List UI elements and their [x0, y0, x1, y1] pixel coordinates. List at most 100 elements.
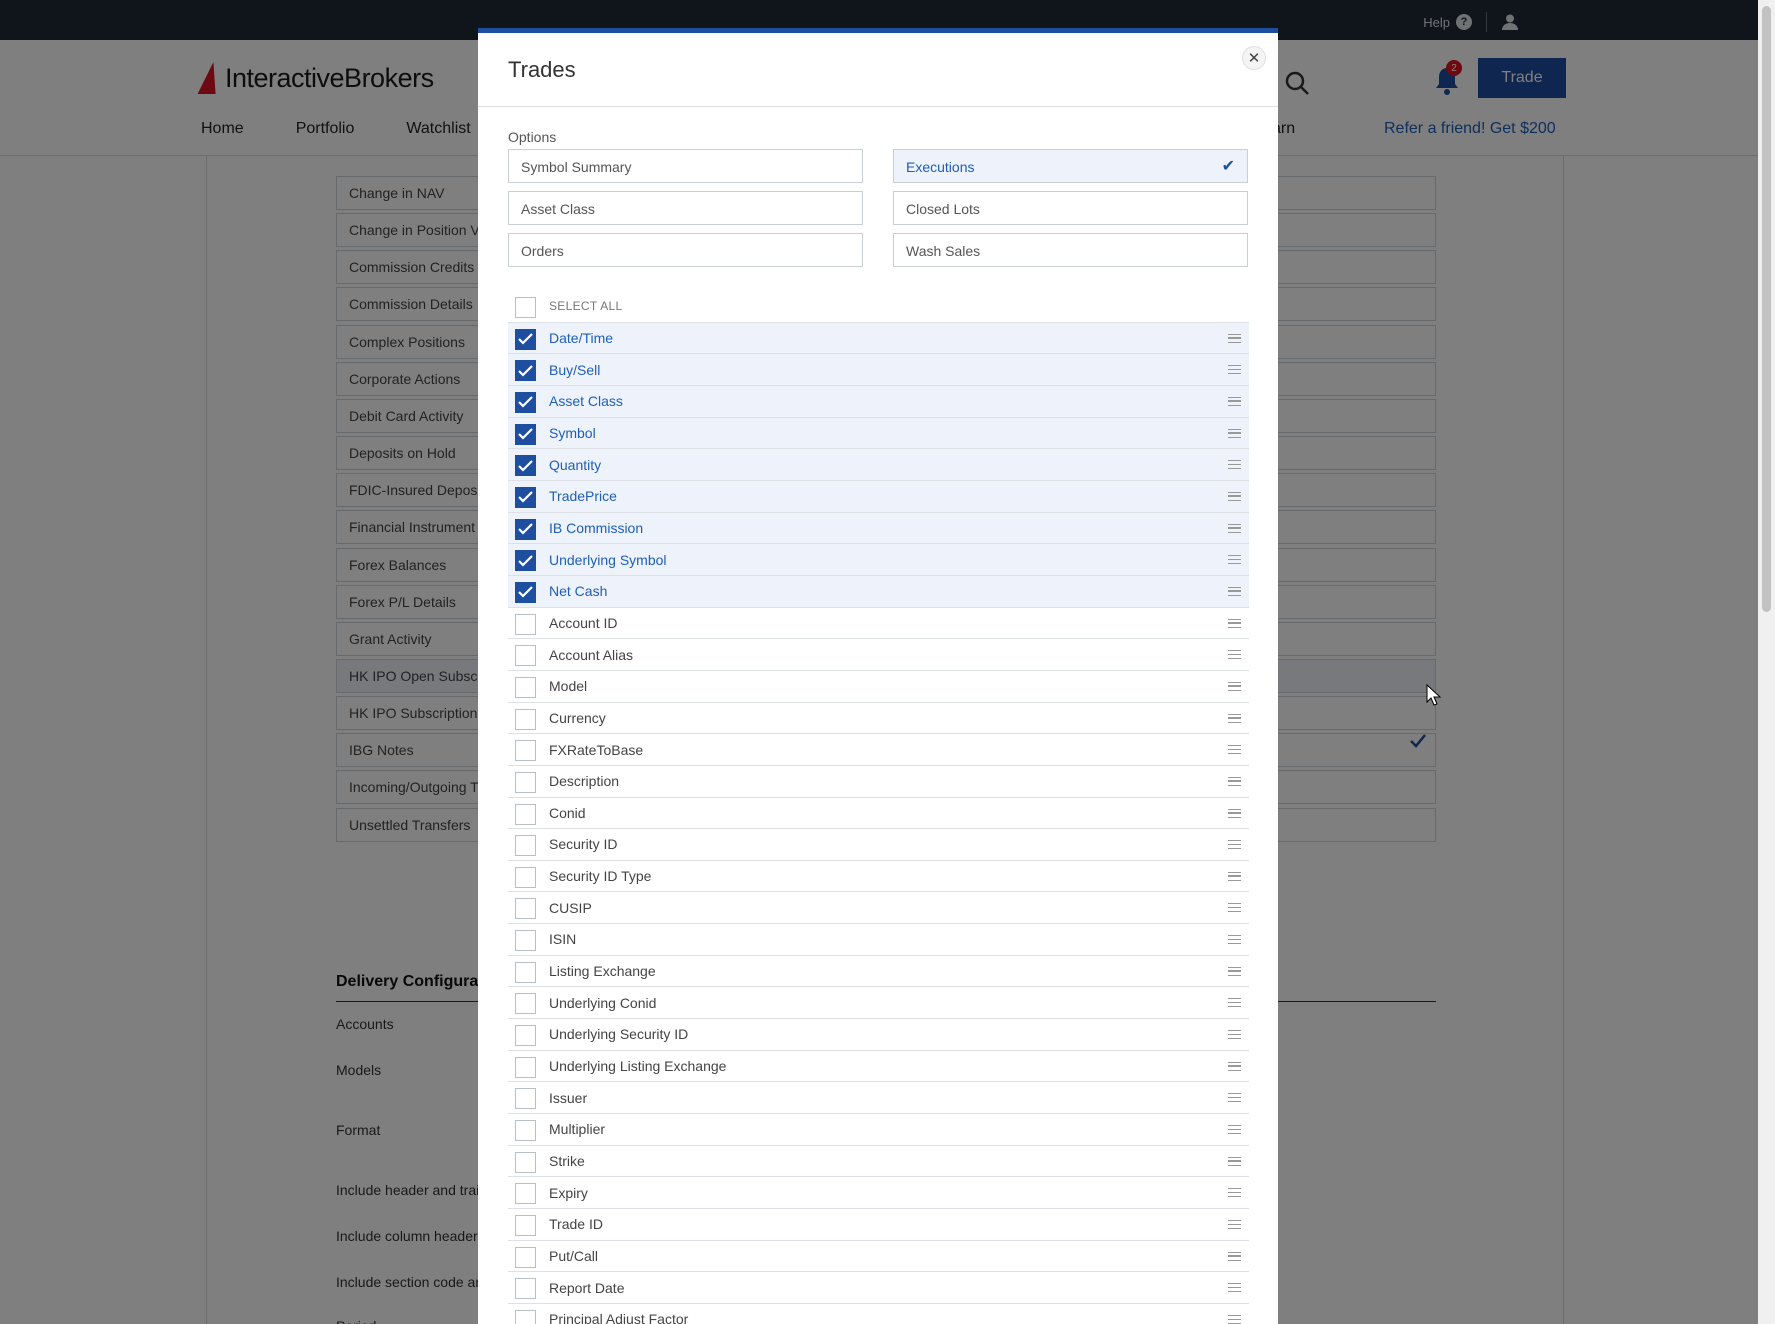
field-checkbox[interactable] [515, 771, 536, 793]
drag-handle-icon[interactable] [1228, 1030, 1241, 1040]
field-checkbox[interactable] [515, 676, 536, 698]
field-checkbox[interactable] [515, 1025, 536, 1047]
field-checkbox[interactable] [515, 1278, 536, 1300]
drag-handle-icon[interactable] [1228, 1283, 1241, 1293]
field-checkbox[interactable] [515, 1215, 536, 1237]
drag-handle-icon[interactable] [1228, 903, 1241, 913]
drag-handle-icon[interactable] [1228, 1061, 1241, 1071]
drag-handle-icon[interactable] [1228, 871, 1241, 881]
field-checkbox[interactable] [515, 1310, 536, 1324]
field-row[interactable]: Net Cash [508, 575, 1249, 608]
field-checkbox[interactable] [515, 581, 536, 603]
drag-handle-icon[interactable] [1228, 618, 1241, 628]
drag-handle-icon[interactable] [1228, 333, 1241, 343]
option-wash-sales[interactable]: Wash Sales [893, 233, 1248, 267]
drag-handle-icon[interactable] [1228, 935, 1241, 945]
field-checkbox[interactable] [515, 328, 536, 350]
field-row[interactable]: Underlying Conid [508, 987, 1249, 1020]
field-row[interactable]: Symbol [508, 417, 1249, 450]
field-row[interactable]: IB Commission [508, 512, 1249, 545]
drag-handle-icon[interactable] [1228, 1125, 1241, 1135]
field-checkbox[interactable] [515, 835, 536, 857]
field-row[interactable]: Buy/Sell [508, 354, 1249, 386]
field-checkbox[interactable] [515, 993, 536, 1015]
field-checkbox[interactable] [515, 518, 536, 540]
field-row[interactable]: Currency [508, 703, 1249, 735]
field-checkbox[interactable] [515, 550, 536, 572]
field-row[interactable]: Expiry [508, 1177, 1249, 1210]
drag-handle-icon[interactable] [1228, 713, 1241, 723]
field-checkbox[interactable] [515, 898, 536, 920]
field-checkbox[interactable] [515, 391, 536, 413]
field-row[interactable]: ISIN [508, 924, 1249, 956]
field-checkbox[interactable] [515, 360, 536, 382]
option-closed-lots[interactable]: Closed Lots [893, 191, 1248, 225]
field-row[interactable]: Model [508, 671, 1249, 703]
option-symbol-summary[interactable]: Symbol Summary [508, 149, 863, 183]
field-checkbox[interactable] [515, 613, 536, 635]
field-row[interactable]: Principal Adjust Factor [508, 1304, 1249, 1324]
field-row[interactable]: Issuer [508, 1082, 1249, 1115]
drag-handle-icon[interactable] [1228, 966, 1241, 976]
drag-handle-icon[interactable] [1228, 681, 1241, 691]
field-checkbox[interactable] [515, 645, 536, 667]
field-checkbox[interactable] [515, 930, 536, 952]
drag-handle-icon[interactable] [1228, 745, 1241, 755]
field-row[interactable]: Security ID Type [508, 861, 1249, 893]
field-row[interactable]: TradePrice [508, 480, 1249, 513]
field-checkbox[interactable] [515, 1183, 536, 1205]
field-row[interactable]: Description [508, 766, 1249, 798]
field-checkbox[interactable] [515, 961, 536, 983]
drag-handle-icon[interactable] [1228, 650, 1241, 660]
close-button[interactable]: ✕ [1242, 46, 1266, 70]
field-checkbox[interactable] [515, 1246, 536, 1268]
drag-handle-icon[interactable] [1228, 365, 1241, 375]
select-all-row[interactable]: SELECT ALL [508, 291, 1249, 323]
option-executions[interactable]: Executions ✔ [893, 149, 1248, 183]
field-row[interactable]: Report Date [508, 1272, 1249, 1304]
drag-handle-icon[interactable] [1228, 491, 1241, 501]
drag-handle-icon[interactable] [1228, 1251, 1241, 1261]
field-checkbox[interactable] [515, 486, 536, 508]
drag-handle-icon[interactable] [1228, 1188, 1241, 1198]
field-row[interactable]: Underlying Listing Exchange [508, 1051, 1249, 1083]
select-all-checkbox[interactable] [515, 297, 536, 318]
drag-handle-icon[interactable] [1228, 1315, 1241, 1324]
drag-handle-icon[interactable] [1228, 998, 1241, 1008]
field-checkbox[interactable] [515, 423, 536, 445]
field-row[interactable]: FXRateToBase [508, 734, 1249, 766]
field-checkbox[interactable] [515, 455, 536, 477]
field-row[interactable]: Conid [508, 798, 1249, 830]
drag-handle-icon[interactable] [1228, 586, 1241, 596]
field-row[interactable]: Listing Exchange [508, 956, 1249, 988]
field-checkbox[interactable] [515, 866, 536, 888]
drag-handle-icon[interactable] [1228, 396, 1241, 406]
field-checkbox[interactable] [515, 1120, 536, 1142]
field-row[interactable]: Underlying Symbol [508, 544, 1249, 576]
drag-handle-icon[interactable] [1228, 808, 1241, 818]
field-row[interactable]: Account Alias [508, 639, 1249, 671]
field-row[interactable]: Account ID [508, 608, 1249, 640]
field-row[interactable]: CUSIP [508, 892, 1249, 925]
drag-handle-icon[interactable] [1228, 428, 1241, 438]
drag-handle-icon[interactable] [1228, 523, 1241, 533]
field-row[interactable]: Asset Class [508, 385, 1249, 418]
field-checkbox[interactable] [515, 803, 536, 825]
field-checkbox[interactable] [515, 1056, 536, 1078]
field-row[interactable]: Multiplier [508, 1114, 1249, 1146]
field-row[interactable]: Strike [508, 1146, 1249, 1178]
field-row[interactable]: Underlying Security ID [508, 1019, 1249, 1051]
drag-handle-icon[interactable] [1228, 840, 1241, 850]
field-row[interactable]: Put/Call [508, 1241, 1249, 1273]
field-row[interactable]: Date/Time [508, 322, 1249, 355]
field-checkbox[interactable] [515, 1088, 536, 1110]
field-checkbox[interactable] [515, 740, 536, 762]
field-row[interactable]: Trade ID [508, 1209, 1249, 1241]
drag-handle-icon[interactable] [1228, 460, 1241, 470]
option-asset-class[interactable]: Asset Class [508, 191, 863, 225]
drag-handle-icon[interactable] [1228, 555, 1241, 565]
field-row[interactable]: Security ID [508, 829, 1249, 861]
drag-handle-icon[interactable] [1228, 1093, 1241, 1103]
drag-handle-icon[interactable] [1228, 776, 1241, 786]
scrollbar-thumb[interactable] [1762, 6, 1771, 612]
